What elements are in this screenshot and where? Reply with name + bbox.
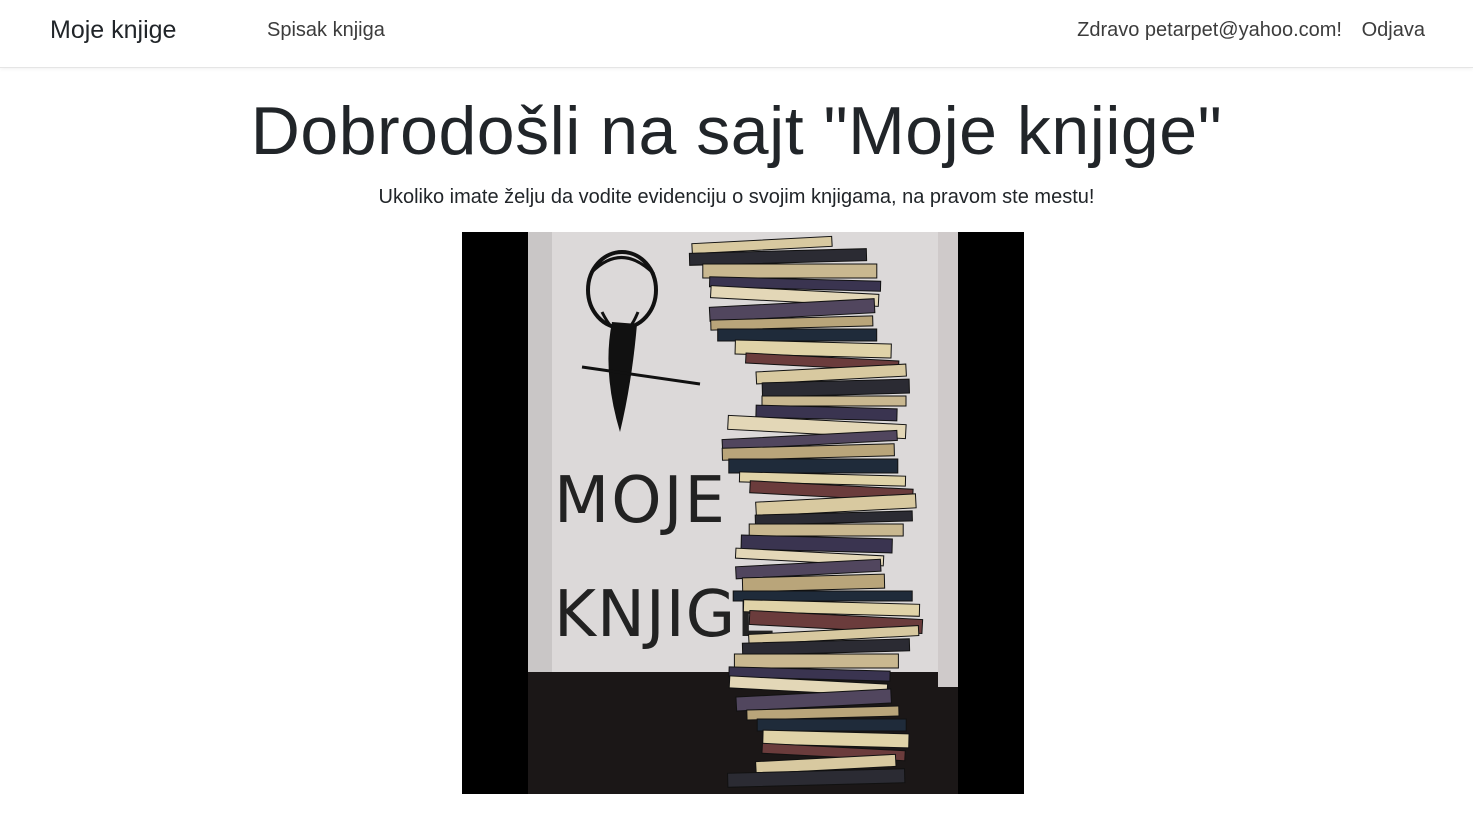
page-title: Dobrodošli na sajt "Moje knjige" — [250, 93, 1223, 169]
book-spine — [748, 523, 904, 537]
book-spine — [756, 718, 907, 732]
book-spine — [702, 263, 878, 279]
user-greeting-link[interactable]: Zdravo petarpet@yahoo.com! — [1077, 19, 1342, 42]
top-navbar: Moje knjige Spisak knjiga Zdravo petarpe… — [0, 0, 1473, 68]
book-spine — [761, 395, 907, 407]
book-spine — [717, 328, 878, 342]
brand-link[interactable]: Moje knjige — [50, 16, 176, 45]
image-text-moje: MOJE — [554, 464, 727, 538]
page-lead: Ukoliko imate želju da vodite evidenciju… — [378, 186, 1095, 208]
book-spine — [733, 653, 899, 669]
logout-link[interactable]: Odjava — [1362, 19, 1425, 42]
book-spine — [732, 590, 913, 602]
book-spine — [728, 458, 899, 474]
nav-item-book-list[interactable]: Spisak knjiga — [267, 19, 385, 42]
hero-image: MOJE KNJIGE — [462, 232, 1024, 794]
